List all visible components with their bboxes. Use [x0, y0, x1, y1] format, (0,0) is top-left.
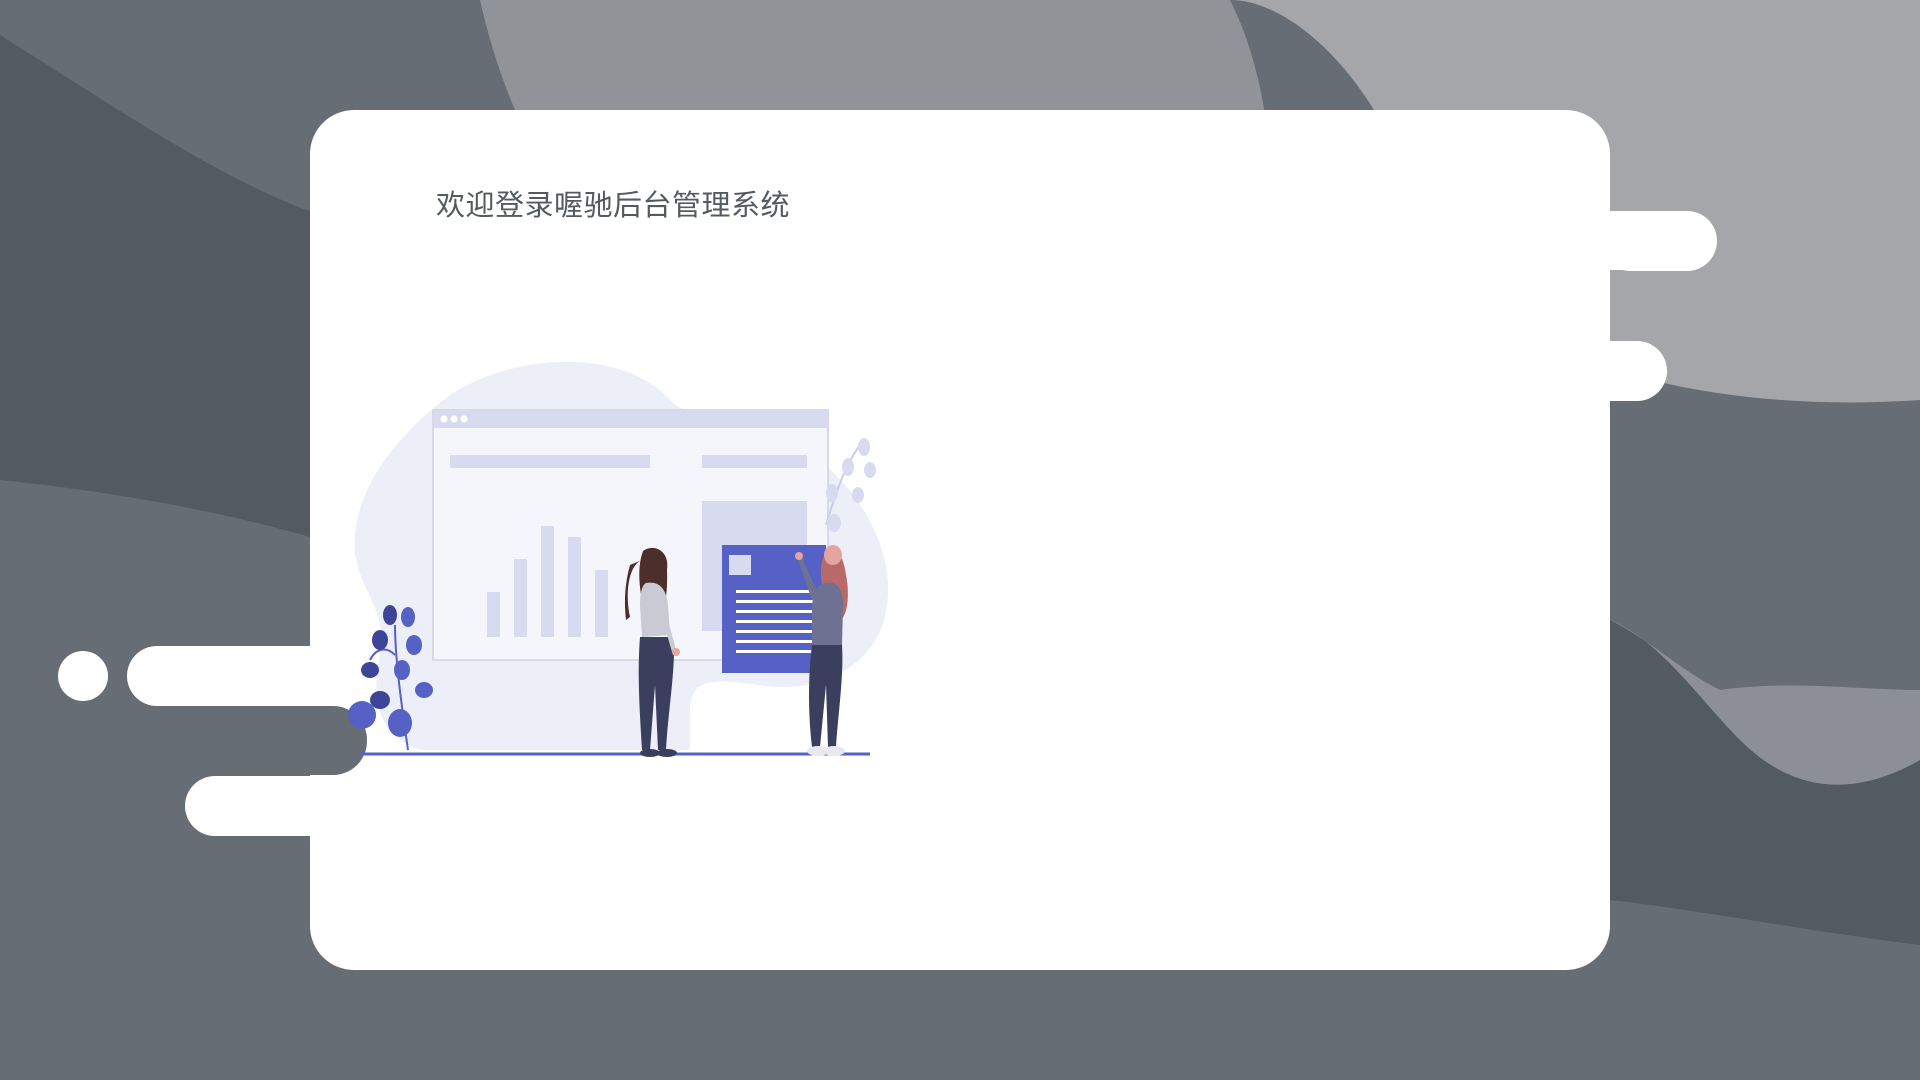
header-bar-left — [450, 455, 650, 468]
chart-bar — [568, 537, 581, 637]
document-line — [736, 590, 816, 593]
decor-pill-left-bottom — [185, 776, 365, 836]
page-title: 欢迎登录喔驰后台管理系统 — [436, 188, 791, 222]
header-bar-right — [702, 455, 807, 468]
document-line — [736, 630, 816, 633]
document-thumb — [729, 555, 751, 575]
window-dot-icon — [440, 415, 448, 423]
document-line — [736, 610, 816, 613]
chart-bar — [487, 592, 500, 637]
document-line — [736, 600, 816, 603]
window-dot-icon — [460, 415, 468, 423]
browser-titlebar — [434, 411, 827, 428]
chart-bar — [541, 526, 554, 637]
decor-dot-left — [58, 651, 108, 701]
dashboard-presentation-illustration — [348, 361, 889, 757]
document-line — [736, 640, 816, 643]
document-line — [736, 620, 816, 623]
chart-bar — [595, 570, 608, 637]
window-dot-icon — [450, 415, 458, 423]
decor-pill-left-top — [127, 646, 367, 706]
chart-bar — [514, 559, 527, 637]
document-line — [736, 650, 816, 653]
login-page: 欢迎登录喔驰后台管理系统 — [0, 0, 1920, 1080]
